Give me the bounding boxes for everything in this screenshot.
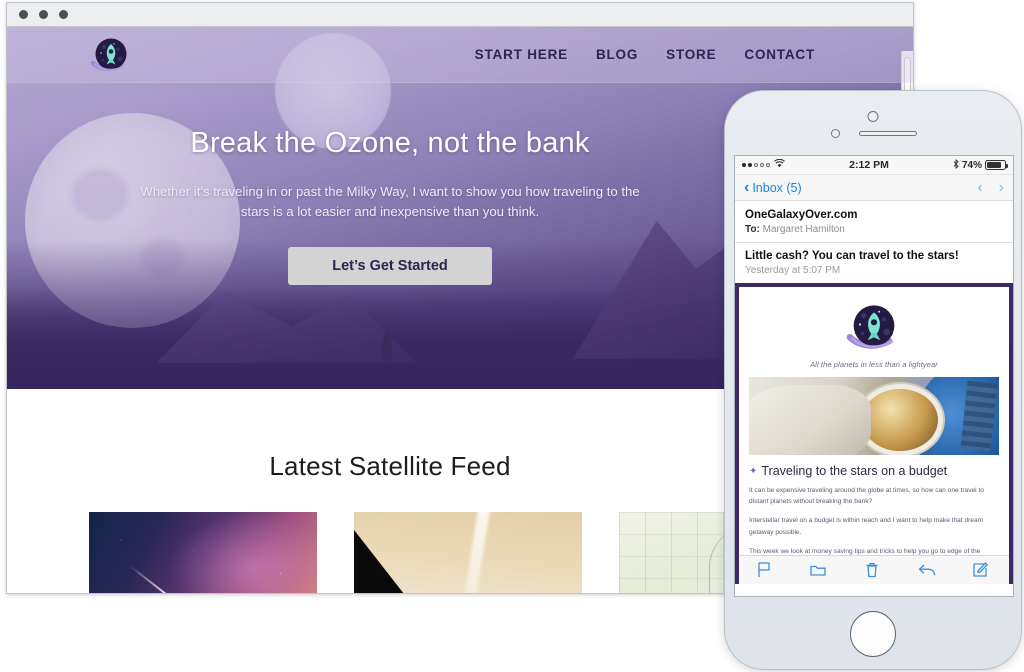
nav-item-contact[interactable]: CONTACT — [744, 47, 815, 62]
window-maximize-button[interactable] — [59, 10, 68, 19]
compose-icon[interactable] — [971, 561, 993, 579]
phone-bottom-bezel — [725, 597, 1021, 669]
nav-links: START HERE BLOG STORE CONTACT — [475, 47, 815, 62]
bluetooth-icon — [953, 158, 959, 172]
rocket-planet-logo[interactable] — [89, 33, 133, 77]
trash-icon[interactable] — [863, 561, 885, 579]
get-started-button[interactable]: Let’s Get Started — [288, 246, 492, 285]
feed-card-milky-way[interactable] — [89, 512, 317, 593]
site-navbar: START HERE BLOG STORE CONTACT — [7, 27, 913, 83]
rocket-planet-logo — [846, 299, 902, 355]
flag-icon[interactable] — [755, 561, 777, 579]
hill-silhouette — [354, 529, 440, 593]
email-heading-row: ✦ Traveling to the stars on a budget — [749, 464, 999, 478]
sparkle-icon: ✦ — [749, 465, 758, 477]
window-close-button[interactable] — [19, 10, 28, 19]
reply-icon[interactable] — [917, 561, 939, 579]
spacesuit-glove-decoration — [749, 384, 871, 455]
battery-icon — [984, 160, 1008, 170]
front-camera-icon — [867, 111, 879, 122]
next-message-button[interactable]: › — [999, 179, 1004, 197]
hero-subtitle: Whether it's traveling in or past the Mi… — [140, 184, 640, 220]
nav-item-blog[interactable]: BLOG — [596, 47, 638, 62]
window-minimize-button[interactable] — [39, 10, 48, 19]
browser-titlebar — [7, 3, 913, 27]
nav-item-start-here[interactable]: START HERE — [475, 47, 568, 62]
person-silhouette-decoration — [382, 330, 392, 361]
mail-toolbar — [739, 555, 1009, 584]
battery-percent: 74% — [961, 159, 982, 171]
hero-copy: Break the Ozone, not the bank Whether it… — [7, 127, 913, 285]
folder-icon[interactable] — [809, 561, 831, 579]
helmet-visor-decoration — [861, 389, 938, 452]
hero-title: Break the Ozone, not the bank — [190, 127, 590, 159]
home-button[interactable] — [850, 611, 896, 657]
mail-body[interactable]: All the planets in less than a lightyear… — [735, 287, 1013, 584]
previous-message-button[interactable]: ‹ — [977, 179, 982, 197]
light-beam — [460, 512, 492, 593]
astronaut-hero-image — [749, 377, 999, 455]
feed-card-stargazer[interactable] — [354, 512, 582, 593]
email-paragraph: Interstellar travel on a budget is withi… — [749, 517, 984, 536]
email-tagline: All the planets in less than a lightyear — [810, 360, 938, 369]
nav-item-store[interactable]: STORE — [666, 47, 716, 62]
email-heading: Traveling to the stars on a budget — [761, 464, 948, 478]
screenshot-stage: START HERE BLOG STORE CONTACT Break the … — [0, 0, 1024, 672]
email-paragraph: It can be expensive traveling around the… — [749, 487, 984, 506]
